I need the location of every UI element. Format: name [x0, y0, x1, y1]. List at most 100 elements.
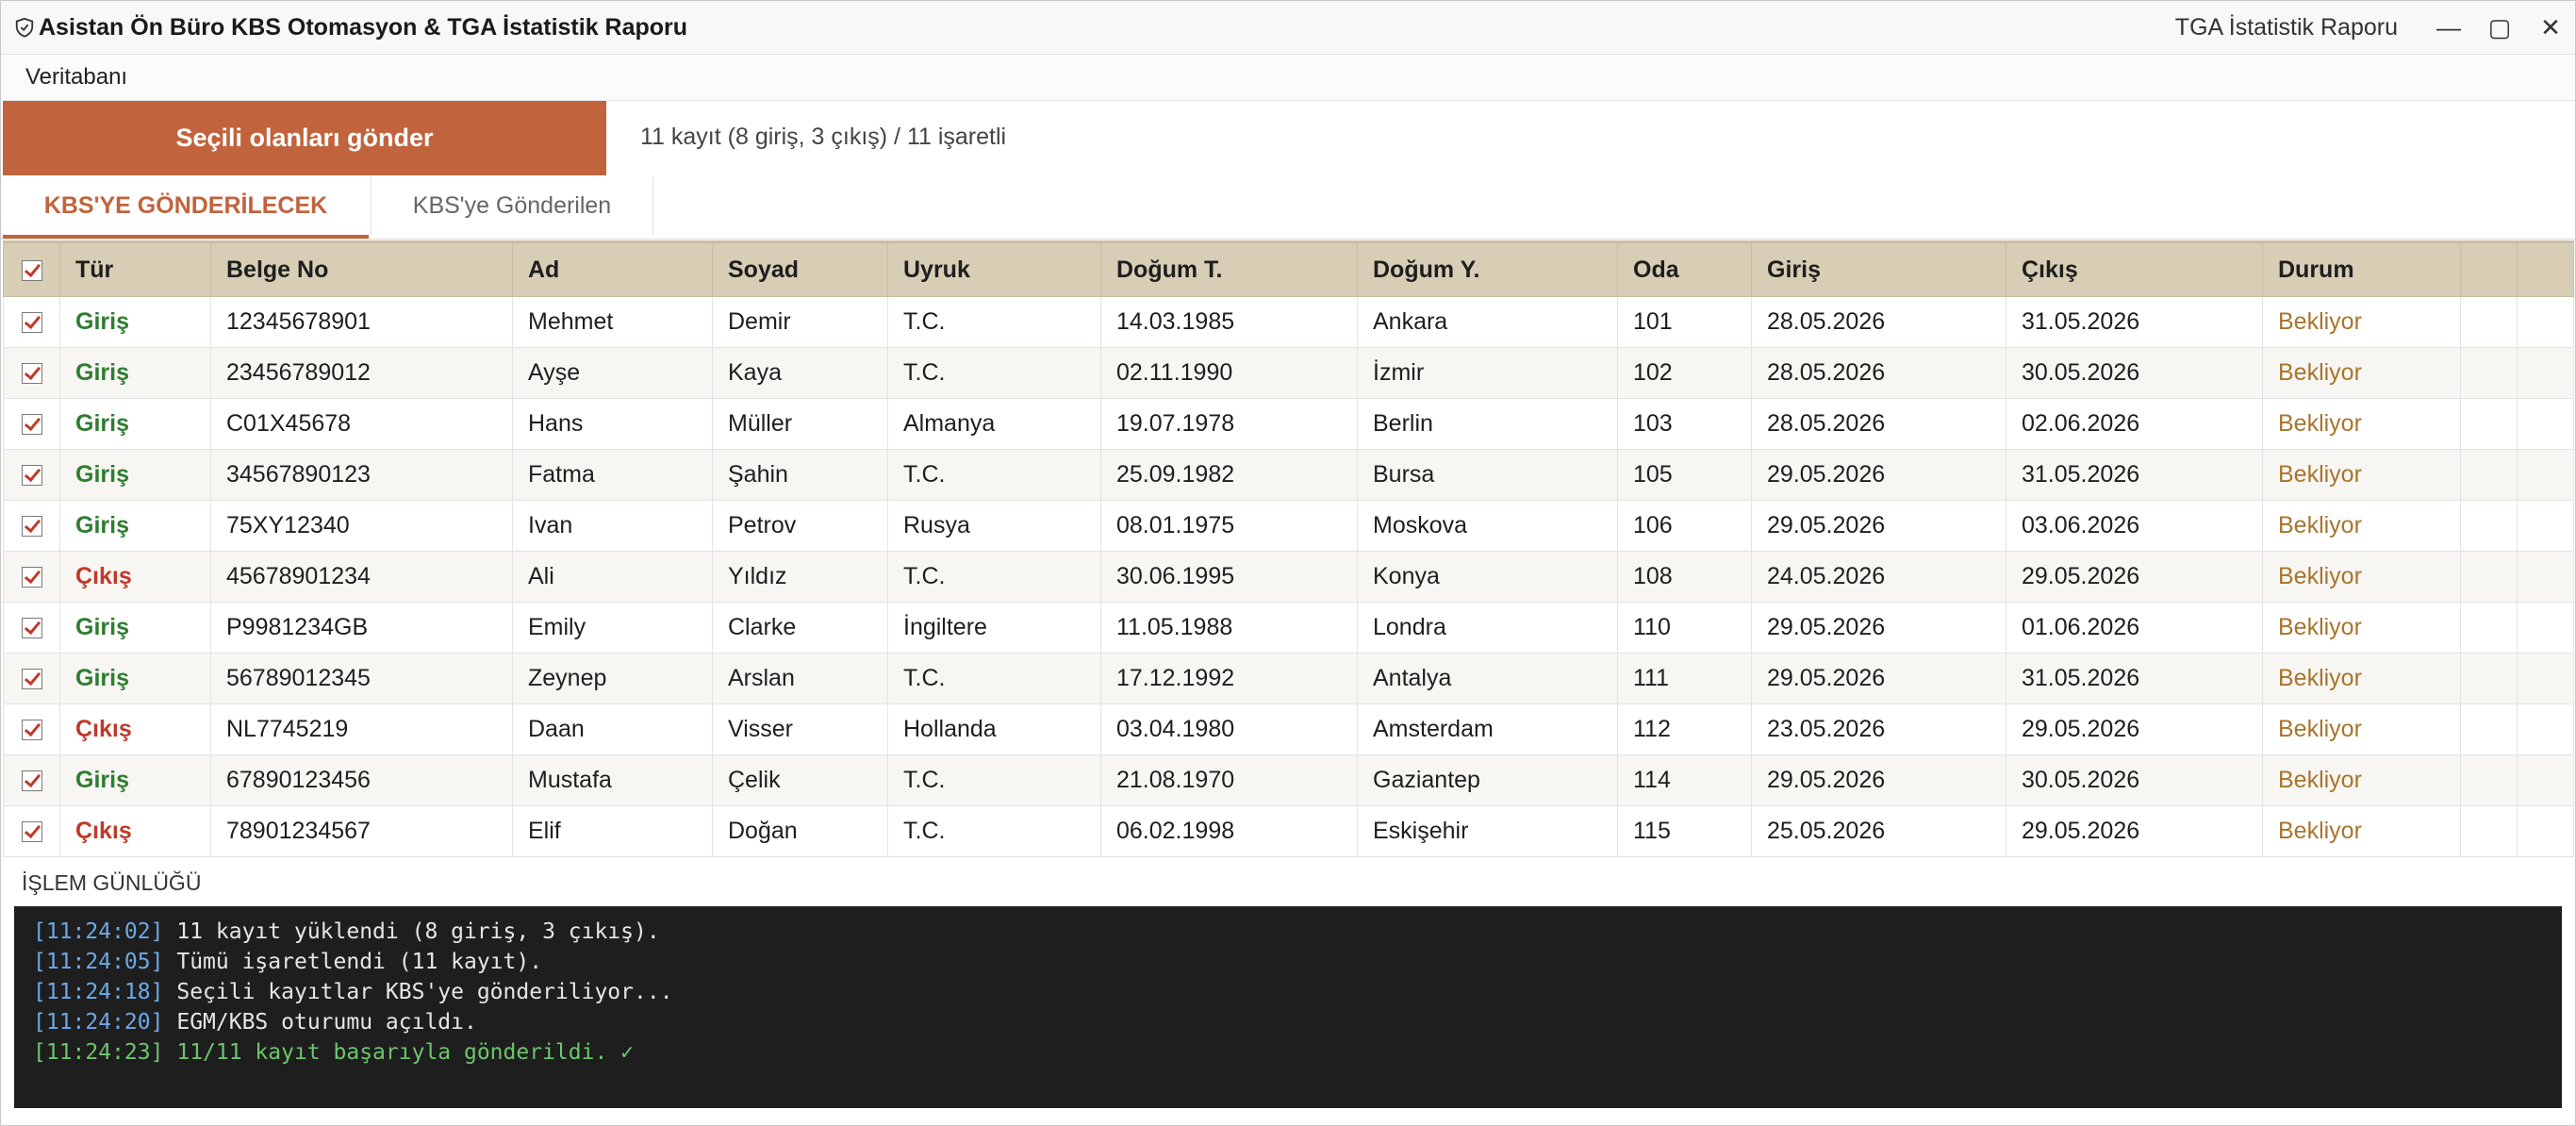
row-checkbox[interactable] — [21, 669, 42, 690]
cell-nationality: Rusya — [887, 500, 1101, 552]
column-header[interactable]: Tür — [59, 240, 211, 297]
row-checkbox-cell[interactable] — [3, 347, 60, 399]
cell-type: Giriş — [59, 500, 211, 552]
send-selected-button[interactable]: Seçili olanları gönder — [3, 101, 606, 175]
column-header[interactable]: Oda — [1617, 240, 1752, 297]
close-button[interactable]: ✕ — [2532, 10, 2569, 44]
cell-room: 102 — [1617, 347, 1752, 399]
table-row[interactable]: Giriş 56789012345 Zeynep Arslan T.C. 17.12.19… — [3, 653, 2574, 704]
minimize-button[interactable]: — — [2430, 10, 2468, 44]
tab-sent[interactable]: KBS'ye Gönderilen — [371, 176, 653, 235]
row-checkbox-cell[interactable] — [3, 398, 60, 450]
cell-empty — [2460, 602, 2518, 654]
cell-name: Ayşe — [512, 347, 713, 399]
column-header[interactable]: Belge No — [210, 240, 513, 297]
checkbox-checked-icon[interactable] — [21, 259, 42, 281]
row-checkbox-cell[interactable] — [3, 805, 60, 857]
cell-type: Giriş — [59, 398, 211, 450]
row-checkbox[interactable] — [21, 770, 42, 792]
cell-birth-place: Bursa — [1357, 449, 1618, 501]
cell-checkin: 29.05.2026 — [1751, 449, 2006, 501]
row-checkbox-cell[interactable] — [3, 754, 60, 806]
table-row[interactable]: Giriş C01X45678 Hans Müller Almanya 19.07.197… — [3, 398, 2574, 450]
cell-surname: Yıldız — [712, 551, 888, 603]
cell-type: Çıkış — [59, 704, 211, 755]
cell-empty — [2460, 347, 2518, 399]
cell-type: Giriş — [59, 347, 211, 399]
log-time: [11:24:05] — [33, 950, 164, 974]
row-checkbox[interactable] — [21, 312, 42, 334]
row-checkbox-cell[interactable] — [3, 551, 60, 603]
tga-report-label[interactable]: TGA İstatistik Raporu — [2175, 14, 2398, 41]
column-header[interactable]: Ad — [512, 240, 713, 297]
menu-item-veritabani[interactable]: Veritabanı — [25, 64, 127, 91]
cell-status: Bekliyor — [2262, 449, 2461, 501]
cell-empty — [2517, 551, 2574, 603]
column-header[interactable]: Çıkış — [2006, 240, 2263, 297]
table-row[interactable]: Giriş 12345678901 Mehmet Demir T.C. 14.03.198… — [3, 296, 2574, 348]
select-all-checkbox[interactable] — [3, 240, 60, 297]
cell-checkin: 25.05.2026 — [1751, 805, 2006, 857]
row-checkbox[interactable] — [21, 465, 42, 487]
row-checkbox-cell[interactable] — [3, 449, 60, 501]
cell-status: Bekliyor — [2262, 500, 2461, 552]
column-header[interactable]: Uyruk — [887, 240, 1101, 297]
row-checkbox-cell[interactable] — [3, 602, 60, 654]
row-checkbox[interactable] — [21, 567, 42, 588]
row-checkbox[interactable] — [21, 720, 42, 741]
table-row[interactable]: Çıkış 78901234567 Elif Doğan T.C. 06.02.1998 E… — [3, 805, 2574, 857]
column-header[interactable]: Soyad — [712, 240, 888, 297]
column-header[interactable]: Doğum T. — [1100, 240, 1358, 297]
cell-doc: 67890123456 — [210, 754, 513, 806]
table-row[interactable]: Giriş P9981234GB Emily Clarke İngiltere 11.05… — [3, 602, 2574, 654]
cell-doc: 34567890123 — [210, 449, 513, 501]
table-row[interactable]: Giriş 34567890123 Fatma Şahin T.C. 25.09.1982… — [3, 449, 2574, 501]
log-panel[interactable]: [11:24:02] 11 kayıt yüklendi (8 giriş, 3… — [14, 906, 2562, 1108]
tab-to-send[interactable]: KBS'YE GÖNDERİLECEK — [3, 176, 369, 240]
cell-empty — [2460, 398, 2518, 450]
row-checkbox[interactable] — [21, 414, 42, 436]
table-row[interactable]: Giriş 75XY12340 Ivan Petrov Rusya 08.01.1975 M… — [3, 500, 2574, 552]
cell-doc: C01X45678 — [210, 398, 513, 450]
cell-checkin: 29.05.2026 — [1751, 500, 2006, 552]
row-checkbox-cell[interactable] — [3, 653, 60, 704]
row-checkbox[interactable] — [21, 821, 42, 843]
cell-room: 111 — [1617, 653, 1752, 704]
cell-checkout: 31.05.2026 — [2006, 296, 2263, 348]
cell-status: Bekliyor — [2262, 347, 2461, 399]
cell-status: Bekliyor — [2262, 296, 2461, 348]
row-checkbox[interactable] — [21, 516, 42, 538]
table-row[interactable]: Giriş 23456789012 Ayşe Kaya T.C. 02.11.1990 İz… — [3, 347, 2574, 399]
cell-empty — [2517, 347, 2574, 399]
column-header[interactable]: Durum — [2262, 240, 2461, 297]
row-checkbox[interactable] — [21, 618, 42, 639]
row-checkbox-cell[interactable] — [3, 500, 60, 552]
cell-birth-place: Londra — [1357, 602, 1618, 654]
cell-birth-place: İzmir — [1357, 347, 1618, 399]
cell-type: Giriş — [59, 754, 211, 806]
table-row[interactable]: Giriş 67890123456 Mustafa Çelik T.C. 21.08.19… — [3, 754, 2574, 806]
title-bar: Asistan Ön Büro KBS Otomasyon & TGA İsta… — [1, 1, 2575, 55]
cell-birth-date: 11.05.1988 — [1100, 602, 1358, 654]
cell-room: 106 — [1617, 500, 1752, 552]
cell-birth-date: 14.03.1985 — [1100, 296, 1358, 348]
cell-surname: Arslan — [712, 653, 888, 704]
log-text: Seçili kayıtlar KBS'ye gönderiliyor... — [176, 980, 673, 1004]
cell-room: 112 — [1617, 704, 1752, 755]
table-row[interactable]: Çıkış NL7745219 Daan Visser Hollanda 03.04.19… — [3, 704, 2574, 755]
cell-nationality: Almanya — [887, 398, 1101, 450]
cell-room: 110 — [1617, 602, 1752, 654]
maximize-button[interactable]: ▢ — [2481, 10, 2518, 44]
cell-nationality: T.C. — [887, 754, 1101, 806]
column-header[interactable]: Giriş — [1751, 240, 2006, 297]
table-row[interactable]: Çıkış 45678901234 Ali Yıldız T.C. 30.06.1995 K… — [3, 551, 2574, 603]
column-header[interactable]: Doğum Y. — [1357, 240, 1618, 297]
row-checkbox-cell[interactable] — [3, 704, 60, 755]
row-checkbox[interactable] — [21, 363, 42, 385]
tab-divider — [1, 239, 2575, 240]
table-header-row: Tür Belge No Ad Soyad Uyruk Doğum T. Doğ… — [3, 240, 2574, 297]
row-checkbox-cell[interactable] — [3, 296, 60, 348]
cell-birth-place: Antalya — [1357, 653, 1618, 704]
cell-doc: NL7745219 — [210, 704, 513, 755]
cell-doc: 45678901234 — [210, 551, 513, 603]
